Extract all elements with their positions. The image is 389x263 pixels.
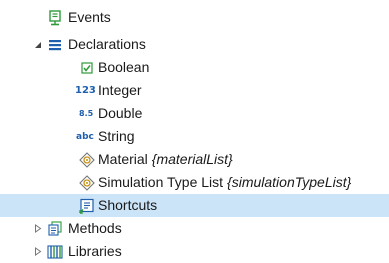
tree-node-label: String (98, 128, 135, 144)
tree-node-label: Libraries (68, 243, 122, 259)
events-icon (47, 6, 63, 29)
libraries-icon (47, 240, 63, 263)
tree-node-libraries[interactable]: Libraries (0, 240, 389, 263)
tree-node-material[interactable]: Material {materialList} (0, 148, 389, 171)
tree-node-label: Methods (68, 220, 122, 236)
tree-node-label: Simulation Type List (98, 174, 224, 190)
expand-triangle-icon[interactable] (32, 217, 44, 240)
tree-node-label: Integer (98, 82, 142, 98)
tree-node-label: Shortcuts (98, 197, 158, 213)
tree-node-string[interactable]: abc String (0, 125, 389, 148)
expand-triangle-icon[interactable] (32, 240, 44, 263)
tree-node-simulation-type-list[interactable]: Simulation Type List {simulationTypeList} (0, 171, 389, 194)
choice-list-icon (79, 171, 95, 194)
double-8.5-icon: 8.5 (79, 109, 94, 118)
tree-node-sublabel: {simulationTypeList} (227, 174, 352, 190)
string-abc-icon: abc (76, 131, 94, 142)
tree-node-methods[interactable]: Methods (0, 217, 389, 240)
tree-node-double[interactable]: 8.5 Double (0, 102, 389, 125)
tree-node-sublabel: {materialList} (151, 151, 233, 167)
tree-node-shortcuts[interactable]: Shortcuts (0, 194, 389, 217)
tree-node-boolean[interactable]: Boolean (0, 56, 389, 79)
tree-node-integer[interactable]: 123 Integer (0, 79, 389, 102)
collapse-triangle-icon[interactable] (32, 33, 44, 56)
tree-node-declarations[interactable]: Declarations (0, 33, 389, 56)
tree-node-label: Material (98, 151, 148, 167)
tree-node-events[interactable]: Events (0, 6, 389, 29)
shortcut-icon (79, 194, 95, 217)
tree-node-label: Double (98, 105, 143, 121)
declarations-list-icon (48, 33, 62, 56)
methods-icon (47, 217, 63, 240)
tree-node-label: Events (68, 9, 111, 25)
tree-node-label: Declarations (68, 36, 146, 52)
integer-123-icon: 123 (75, 85, 96, 96)
boolean-checkbox-icon (81, 56, 93, 79)
model-builder-tree: Events Declarations Boolean 123 Integer (0, 0, 389, 259)
tree-node-label: Boolean (98, 59, 150, 75)
choice-list-icon (79, 148, 95, 171)
